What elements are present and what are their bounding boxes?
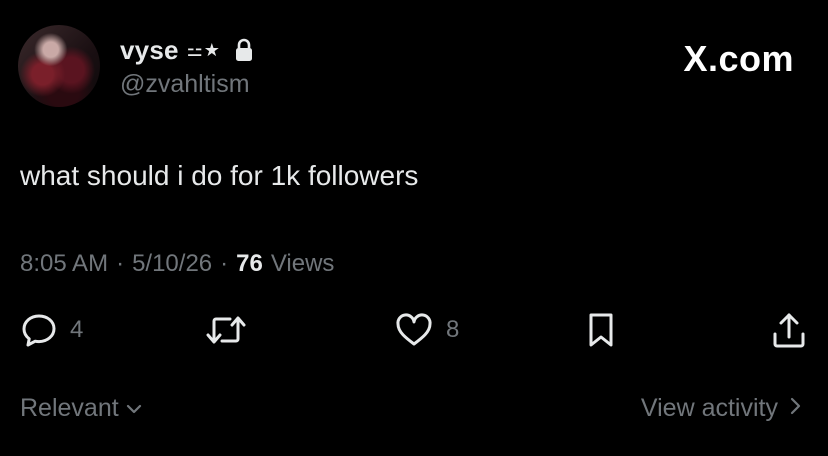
avatar[interactable]	[18, 25, 100, 107]
brand-logo: X.com	[683, 38, 794, 79]
chevron-down-icon	[125, 394, 143, 423]
share-icon	[770, 310, 808, 350]
view-activity-label: View activity	[640, 394, 778, 422]
heart-icon	[394, 311, 434, 349]
reply-button[interactable]: 4	[20, 308, 83, 352]
meta-separator: ·	[220, 250, 229, 277]
reply-icon	[20, 311, 58, 349]
lock-icon	[233, 38, 255, 62]
tweet-date[interactable]: 5/10/26	[132, 250, 212, 278]
sort-label: Relevant	[20, 394, 119, 422]
action-bar: 4 8	[0, 308, 828, 352]
author-handle[interactable]: @zvahltism	[120, 70, 250, 99]
tweet-meta: 8:05 AM · 5/10/26 · 76 Views	[20, 250, 334, 278]
like-button[interactable]: 8	[394, 308, 459, 352]
chevron-right-icon	[788, 394, 802, 423]
author-name-row: vyse ⚍★	[120, 35, 255, 66]
meta-separator: ·	[116, 250, 125, 277]
retweet-icon	[204, 311, 248, 349]
retweet-button[interactable]	[204, 308, 260, 352]
view-activity-link[interactable]: View activity	[641, 394, 802, 423]
tweet-time[interactable]: 8:05 AM	[20, 250, 108, 278]
views-count: 76	[236, 250, 263, 277]
author-display-name[interactable]: vyse	[120, 35, 179, 66]
tweet-text: what should i do for 1k followers	[20, 160, 419, 191]
sort-replies-button[interactable]: Relevant	[20, 394, 143, 423]
author-name-emoji: ⚍★	[186, 39, 221, 60]
like-count: 8	[446, 316, 460, 343]
share-button[interactable]	[770, 308, 808, 352]
bookmark-button[interactable]	[584, 308, 618, 352]
reply-count: 4	[70, 316, 84, 343]
bookmark-icon	[584, 311, 618, 349]
views-label: Views	[270, 250, 335, 277]
